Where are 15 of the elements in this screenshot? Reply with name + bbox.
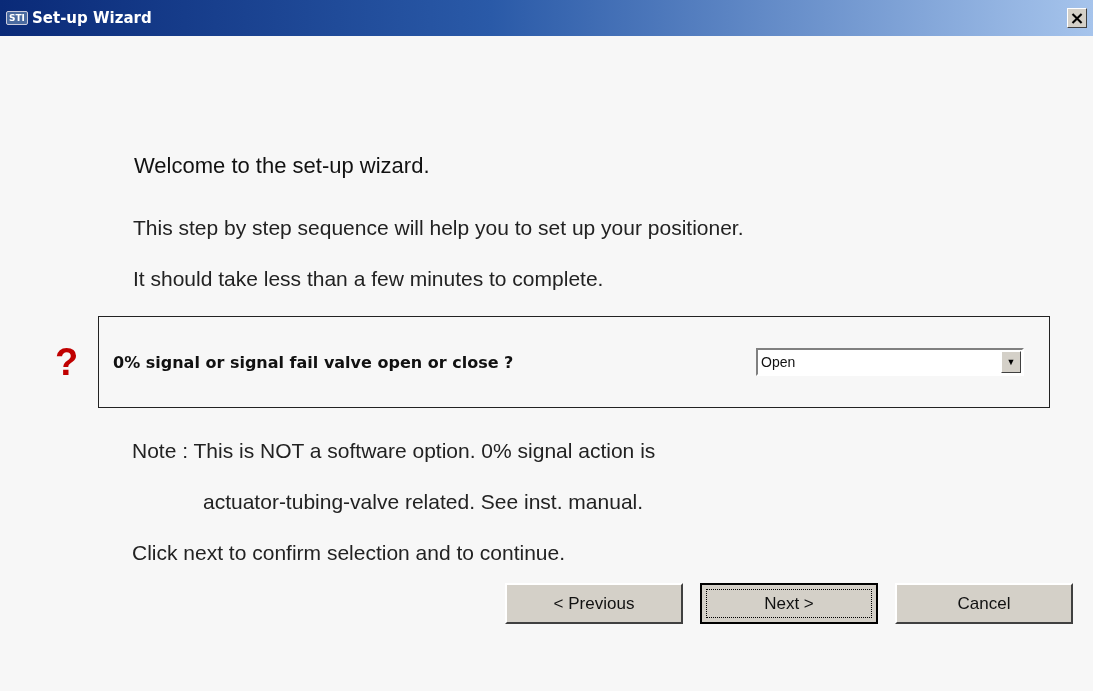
wizard-button[interactable]: Cancel bbox=[895, 583, 1073, 624]
intro-text: This step by step sequence will help you to set up your positioner. bbox=[133, 215, 745, 241]
question-label: 0% signal or signal fail valve open or close ? bbox=[113, 352, 515, 372]
dropdown[interactable]: Open ▼ bbox=[756, 348, 1024, 376]
intro-text: It should take less than a few minutes to complete. bbox=[133, 266, 605, 292]
note-text: Note : This is NOT a software option. 0% signal action is bbox=[132, 438, 657, 464]
question-icon: ? bbox=[35, 340, 98, 384]
heading: Welcome to the set-up wizard. bbox=[134, 153, 431, 180]
close-button[interactable]: × bbox=[1067, 8, 1087, 28]
instruction-text: Click next to confirm selection and to continue. bbox=[132, 540, 567, 566]
wizard-button[interactable]: Next > bbox=[700, 583, 878, 624]
note-text: actuator-tubing-valve related. See inst. manual. bbox=[202, 489, 645, 515]
wizard-button[interactable]: < Previous bbox=[505, 583, 683, 624]
window-title: Set-up Wizard bbox=[32, 9, 152, 27]
app-icon: STI bbox=[6, 11, 28, 25]
